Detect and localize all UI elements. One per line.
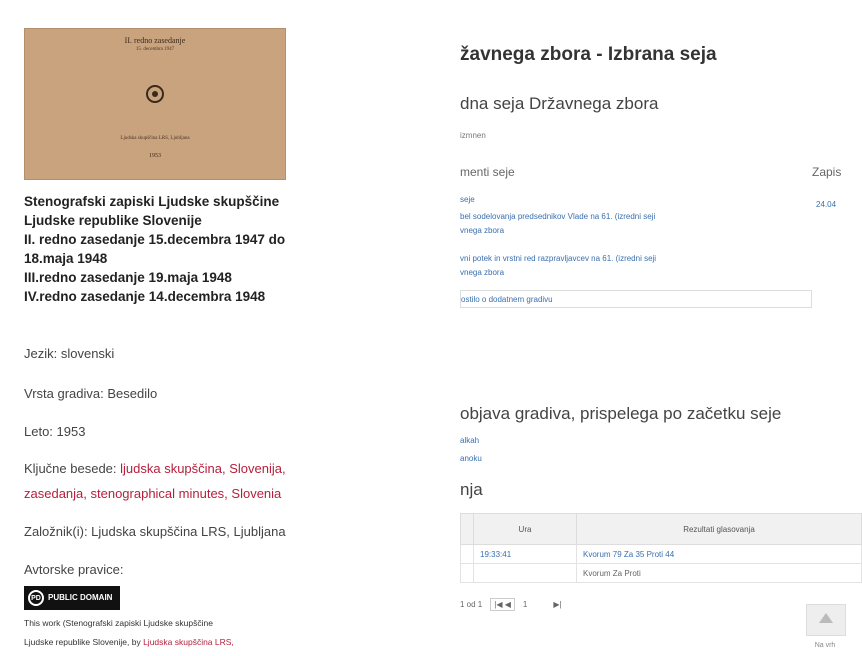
votes-heading: nja <box>460 480 483 499</box>
session-subtitle: dna seja Državnega zbora <box>460 94 659 113</box>
book-title: Stenografski zapiski Ljudske skupščine L… <box>24 192 384 306</box>
publisher-field: Založnik(i): Ljudska skupščina LRS, Ljub… <box>24 524 286 539</box>
keywords-label: Ključne besede: <box>24 461 121 476</box>
title-line: 18.maja 1948 <box>24 251 108 266</box>
table-header-row: Ura Rezultati glasovanja <box>460 513 862 545</box>
table-cell <box>460 563 474 583</box>
small-label: izmnen <box>460 131 486 140</box>
pagination: 1 od 1 |◀ ◀ 1 ▶| <box>460 598 562 611</box>
cover-text-2: 15. decembra 1947 <box>135 47 175 52</box>
vote-time-link[interactable]: 19:33:41 <box>473 544 577 564</box>
license-text-1: This work (Stenografski zapiski Ljudske … <box>24 618 213 628</box>
table-header-result[interactable]: Rezultati glasovanja <box>576 513 862 545</box>
cc-icon: PD <box>28 590 44 606</box>
license-text-2a: Ljudske republike Slovenije, by <box>24 637 144 647</box>
keywords-link-2[interactable]: zasedanja, stenographical minutes, Slove… <box>24 486 281 501</box>
document-link[interactable]: seje <box>460 195 475 204</box>
page-title: žavnega zbora - Izbrana seja <box>460 44 717 65</box>
document-link[interactable]: ostilo o dodatnem gradivu <box>461 295 553 304</box>
pager-prev-button[interactable]: |◀ ◀ <box>490 598 515 611</box>
title-line: II. redno zasedanje 15.decembra 1947 do <box>24 232 286 247</box>
pager-info: 1 od 1 <box>460 600 483 609</box>
votes-table: Ura Rezultati glasovanja 19:33:41 Kvorum… <box>460 513 862 583</box>
record-date-link[interactable]: 24.04 <box>816 200 836 209</box>
keywords-field: Ključne besede: ljudska skupščina, Slove… <box>24 461 286 476</box>
emblem-icon <box>146 85 164 103</box>
documents-section-label: menti seje <box>460 165 515 179</box>
rights-label: Avtorske pravice: <box>24 562 124 577</box>
records-section-label: Zapis <box>812 165 842 179</box>
book-cover-image[interactable]: II. redno zasedanje 15. decembra 1947 Lj… <box>24 28 286 180</box>
vote-time-cell <box>473 563 577 583</box>
keywords-link[interactable]: ljudska skupščina, Slovenija, <box>120 461 285 476</box>
scroll-top-label: Na vrh <box>814 642 836 649</box>
language-field: Jezik: slovenski <box>24 346 115 361</box>
publication-heading: objava gradiva, prispelega po začetku se… <box>460 404 782 423</box>
title-line: Ljudske republike Slovenije <box>24 213 202 228</box>
table-header-time[interactable]: Ura <box>473 513 577 545</box>
cover-text-3: Ljudska skupščina LRS, Ljubljana <box>120 136 190 141</box>
scroll-top-button[interactable] <box>806 604 846 636</box>
public-domain-badge[interactable]: PD PUBLIC DOMAIN <box>24 586 120 610</box>
title-line: III.redno zasedanje 19.maja 1948 <box>24 270 232 285</box>
pager-next-button[interactable]: ▶| <box>553 600 561 609</box>
session-panel: žavnega zbora - Izbrana seja dna seja Dr… <box>440 0 862 656</box>
vote-result-link[interactable]: Kvorum 79 Za 35 Proti 44 <box>576 544 862 564</box>
document-link[interactable]: vni potek in vrstni red razpravljavcev n… <box>460 254 656 263</box>
table-row: 19:33:41 Kvorum 79 Za 35 Proti 44 <box>460 544 862 564</box>
title-line: Stenografski zapiski Ljudske skupščine <box>24 194 280 209</box>
title-line: IV.redno zasedanje 14.decembra 1948 <box>24 289 266 304</box>
document-link[interactable]: bel sodelovanja predsednikov Vlade na 61… <box>460 212 655 221</box>
document-link[interactable]: vnega zbora <box>460 268 504 277</box>
license-text-2: Ljudske republike Slovenije, by Ljudska … <box>24 637 234 647</box>
book-record-panel: II. redno zasedanje 15. decembra 1947 Lj… <box>0 0 420 656</box>
vote-result-cell: Kvorum Za Proti <box>576 563 862 583</box>
cover-text-1: II. redno zasedanje <box>124 36 186 45</box>
publication-link[interactable]: anoku <box>460 454 482 463</box>
license-badge-text: PUBLIC DOMAIN <box>48 593 113 602</box>
document-link[interactable]: vnega zbora <box>460 226 504 235</box>
license-author-link[interactable]: Ljudska skupščina LRS, <box>143 637 234 647</box>
publication-link[interactable]: alkah <box>460 436 479 445</box>
material-type-field: Vrsta gradiva: Besedilo <box>24 386 158 401</box>
year-field: Leto: 1953 <box>24 424 86 439</box>
pager-page[interactable]: 1 <box>523 600 527 609</box>
document-link-box[interactable]: ostilo o dodatnem gradivu <box>460 290 812 308</box>
table-cell <box>460 544 474 564</box>
table-header-cell <box>460 513 474 545</box>
table-row: Kvorum Za Proti <box>460 563 862 583</box>
cover-text-4: 1953 <box>149 153 161 159</box>
